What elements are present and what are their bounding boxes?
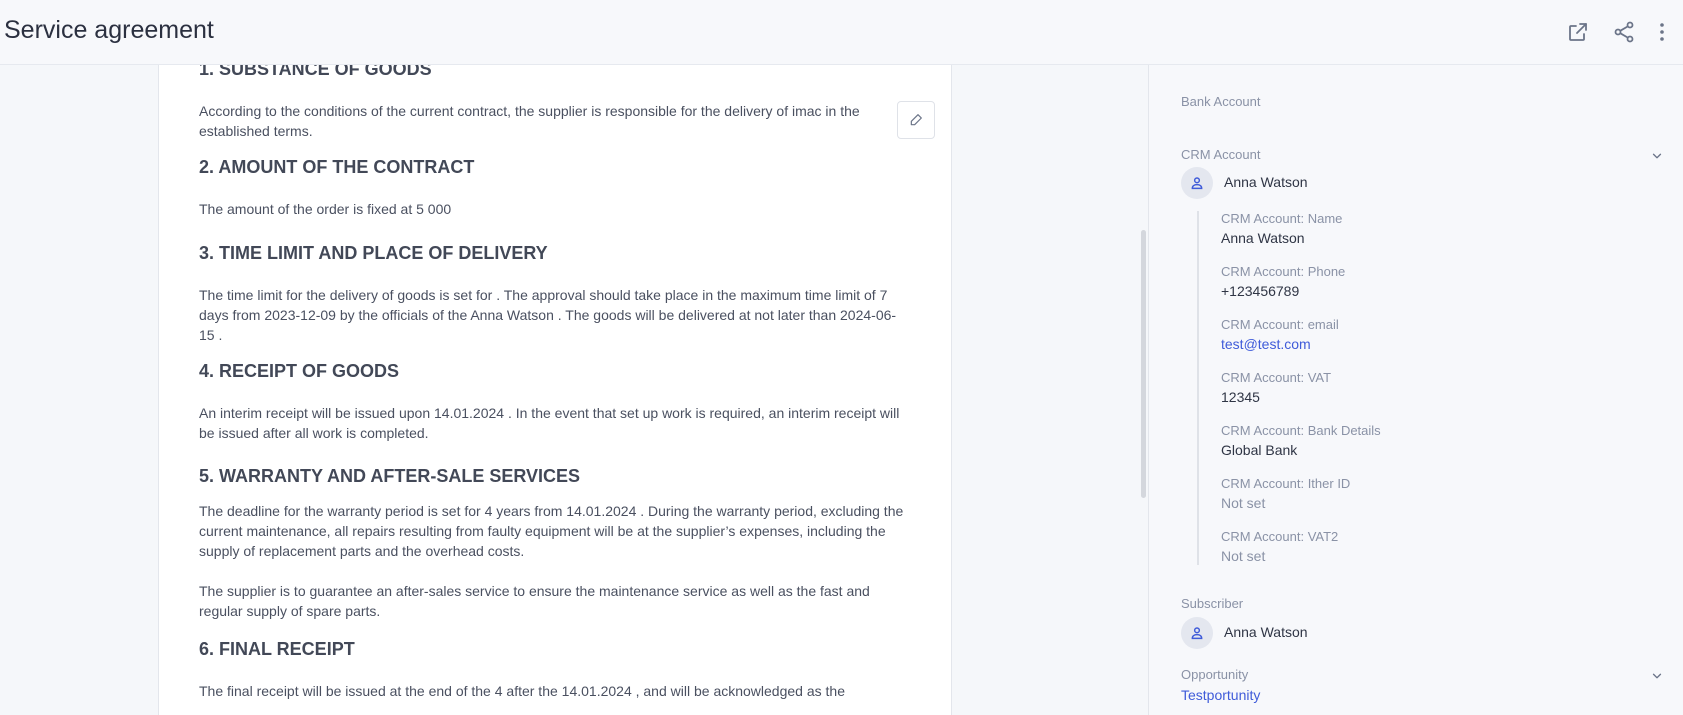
- crm-field-value: Not set: [1221, 548, 1266, 564]
- share-icon[interactable]: [1612, 20, 1636, 44]
- email-link[interactable]: test@test.com: [1221, 336, 1311, 352]
- section-heading: 5. WARRANTY AND AFTER-SALE SERVICES: [199, 466, 581, 486]
- document-area: 1. SUBSTANCE OF GOODS According to the c…: [0, 65, 1148, 715]
- crm-account-label: CRM Account: [1181, 147, 1261, 162]
- edit-button[interactable]: [897, 101, 935, 139]
- subscriber-name[interactable]: Anna Watson: [1224, 624, 1308, 640]
- more-vertical-icon[interactable]: [1650, 20, 1674, 44]
- section-paragraph: The time limit for the delivery of goods…: [199, 287, 897, 343]
- opportunity-link[interactable]: Testportunity: [1181, 687, 1260, 703]
- section-heading: 3. TIME LIMIT AND PLACE OF DELIVERY: [199, 243, 548, 263]
- document-content: 1. SUBSTANCE OF GOODS According to the c…: [199, 65, 909, 701]
- section-heading: 4. RECEIPT OF GOODS: [199, 361, 400, 381]
- crm-field-label: CRM Account: Ither ID: [1221, 476, 1351, 491]
- bank-account-label: Bank Account: [1181, 94, 1261, 109]
- section-paragraph: According to the conditions of the curre…: [199, 103, 860, 139]
- user-icon: [1191, 627, 1203, 640]
- crm-field-value: 12345: [1221, 389, 1260, 405]
- external-link-icon[interactable]: [1566, 20, 1590, 44]
- document-page: 1. SUBSTANCE OF GOODS According to the c…: [158, 65, 952, 715]
- avatar: [1181, 167, 1213, 199]
- crm-details-divider: [1197, 211, 1199, 565]
- details-sidebar: Bank Account CRM Account Anna Watson CRM…: [1148, 65, 1683, 715]
- crm-field-label: CRM Account: email: [1221, 317, 1339, 332]
- user-icon: [1191, 177, 1203, 190]
- crm-field-label: CRM Account: Bank Details: [1221, 423, 1381, 438]
- section-paragraph: The final receipt will be issued at the …: [199, 683, 845, 699]
- document-scrollbar[interactable]: [1141, 230, 1146, 498]
- page-title: Service agreement: [4, 16, 214, 44]
- crm-field-label: CRM Account: Phone: [1221, 264, 1346, 279]
- subscriber-label: Subscriber: [1181, 596, 1244, 611]
- top-bar: Service agreement: [0, 0, 1683, 65]
- chevron-down-icon[interactable]: [1650, 669, 1664, 683]
- crm-account-name[interactable]: Anna Watson: [1224, 174, 1308, 190]
- section-paragraph: The deadline for the warranty period is …: [199, 503, 904, 559]
- crm-field-label: CRM Account: VAT2: [1221, 529, 1339, 544]
- section-heading: 6. FINAL RECEIPT: [199, 639, 355, 659]
- chevron-down-icon[interactable]: [1650, 149, 1664, 163]
- crm-field-value: Not set: [1221, 495, 1266, 511]
- opportunity-label: Opportunity: [1181, 667, 1249, 682]
- crm-field-label: CRM Account: VAT: [1221, 370, 1332, 385]
- crm-field-value: +123456789: [1221, 283, 1300, 299]
- pencil-icon: [910, 114, 922, 126]
- section-heading: 2. AMOUNT OF THE CONTRACT: [199, 157, 475, 177]
- crm-field-value: Global Bank: [1221, 442, 1298, 458]
- crm-field-value: Anna Watson: [1221, 230, 1305, 246]
- section-paragraph: An interim receipt will be issued upon 1…: [199, 405, 900, 441]
- section-heading: 1. SUBSTANCE OF GOODS: [199, 65, 432, 79]
- section-paragraph: The amount of the order is fixed at 5 00…: [199, 201, 452, 217]
- crm-field-label: CRM Account: Name: [1221, 211, 1343, 226]
- avatar: [1181, 617, 1213, 649]
- section-paragraph: The supplier is to guarantee an after-sa…: [199, 583, 870, 619]
